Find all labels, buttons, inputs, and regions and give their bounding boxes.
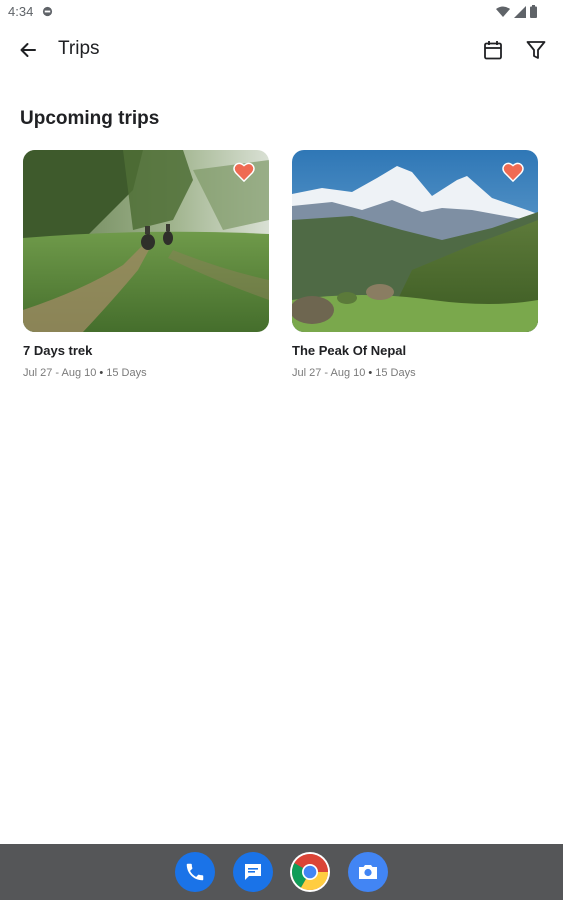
notification-icon: [42, 6, 53, 17]
trip-card[interactable]: The Peak Of Nepal Jul 27 - Aug 10 • 15 Day…: [292, 150, 538, 379]
camera-app-button[interactable]: [348, 852, 388, 892]
status-time: 4:34: [8, 4, 34, 19]
meta-separator: •: [99, 367, 104, 379]
signal-icon: [514, 5, 526, 23]
trip-duration: 15 Days: [106, 367, 147, 379]
trip-duration: 15 Days: [375, 367, 416, 379]
phone-icon: [186, 863, 204, 881]
calendar-button[interactable]: [479, 36, 507, 64]
favorite-icon[interactable]: [233, 162, 255, 182]
camera-icon: [359, 865, 377, 879]
messages-app-button[interactable]: [233, 852, 273, 892]
back-button[interactable]: [14, 36, 42, 64]
filter-button[interactable]: [522, 36, 550, 64]
trip-card[interactable]: 7 Days trek Jul 27 - Aug 10 • 15 Days: [23, 150, 269, 379]
phone-app-button[interactable]: [175, 852, 215, 892]
trip-name: 7 Days trek: [23, 343, 93, 358]
chrome-app-button[interactable]: [290, 852, 330, 892]
trip-name: The Peak Of Nepal: [292, 343, 407, 358]
status-bar: 4:34: [0, 0, 563, 24]
chrome-icon: [291, 853, 328, 891]
filter-icon: [526, 41, 546, 59]
app-dock: [0, 844, 563, 900]
status-icons: [496, 5, 537, 23]
messages-icon: [245, 864, 261, 880]
trip-meta: Jul 27 - Aug 10 • 15 Days: [292, 367, 538, 379]
trip-image[interactable]: [292, 150, 538, 332]
trip-image[interactable]: [23, 150, 269, 332]
app-bar: Trips: [0, 24, 563, 76]
wifi-icon: [496, 5, 510, 23]
calendar-icon: [484, 41, 502, 60]
section-title: Upcoming trips: [20, 108, 160, 129]
trip-dates: Jul 27 - Aug 10: [292, 367, 366, 379]
page-title: Trips: [58, 38, 100, 59]
favorite-icon[interactable]: [502, 162, 524, 182]
trip-dates: Jul 27 - Aug 10: [23, 367, 97, 379]
arrow-back-icon: [20, 43, 36, 57]
battery-icon: [530, 5, 537, 23]
meta-separator: •: [368, 367, 373, 379]
trip-meta: Jul 27 - Aug 10 • 15 Days: [23, 367, 269, 379]
